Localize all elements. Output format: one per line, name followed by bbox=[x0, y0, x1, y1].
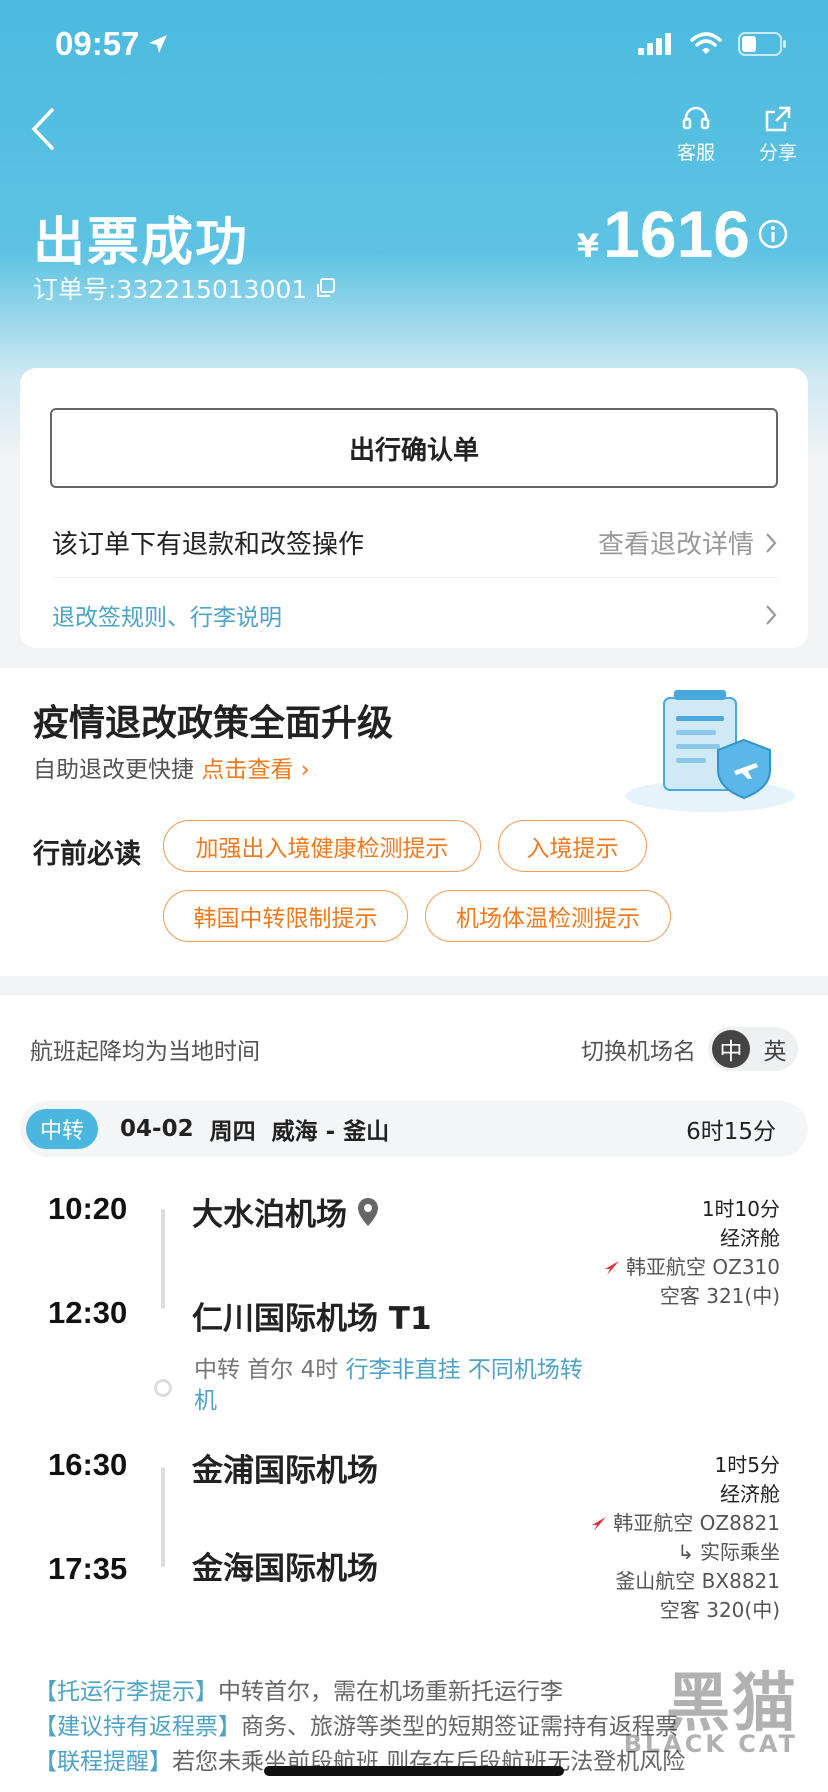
leg2-actual-airline: 釜山航空 BX8821 bbox=[615, 1569, 780, 1593]
leg2-flight-info[interactable]: 1时5分 经济舱 韩亚航空 OZ8821 ↳ 实际乘坐 釜山航空 BX8821 … bbox=[591, 1451, 780, 1625]
leg2-airline-name: 韩亚航空 OZ8821 bbox=[613, 1511, 780, 1535]
leg2-cabin: 经济舱 bbox=[720, 1482, 780, 1506]
leg2-aircraft: 空客 320(中) bbox=[659, 1598, 780, 1622]
timezone-row: 航班起降均为当地时间 切换机场名 中 英 bbox=[30, 1025, 798, 1073]
language-toggle[interactable]: 中 英 bbox=[708, 1027, 798, 1071]
note-connection-title: 【联程提醒】 bbox=[34, 1749, 172, 1775]
home-indicator[interactable] bbox=[264, 1766, 564, 1776]
leg1-airline-name: 韩亚航空 OZ310 bbox=[626, 1255, 780, 1279]
leg1-aircraft: 空客 321(中) bbox=[659, 1284, 780, 1308]
status-time: 09:57 bbox=[55, 25, 169, 63]
watermark: 黑猫 BLACK CAT bbox=[548, 1652, 808, 1762]
health-check-tip-pill[interactable]: 加强出入境健康检测提示 bbox=[163, 820, 481, 872]
chevron-right-icon bbox=[766, 532, 777, 553]
leg2-arrival-airport: 金海国际机场 bbox=[192, 1551, 378, 1587]
total-price[interactable]: ¥ 1616 bbox=[577, 196, 788, 272]
customer-service-button[interactable]: 客服 bbox=[666, 104, 726, 165]
battery-icon bbox=[738, 32, 786, 56]
price-amount: 1616 bbox=[603, 197, 750, 271]
wifi-icon bbox=[690, 32, 722, 54]
transfer-tag: 中转 bbox=[26, 1109, 99, 1149]
leg2-departure-time: 16:30 bbox=[48, 1447, 128, 1482]
segment-weekday: 周四 bbox=[209, 1119, 256, 1145]
order-number-text: 订单号:332215013001 bbox=[33, 275, 308, 304]
leg1-timeline bbox=[161, 1209, 165, 1309]
location-arrow-icon bbox=[149, 35, 168, 53]
leg2-duration: 1时5分 bbox=[714, 1453, 780, 1477]
clock: 09:57 bbox=[55, 25, 140, 62]
segment-date: 04-02 bbox=[120, 1116, 194, 1142]
toggle-english[interactable]: 英 bbox=[756, 1032, 794, 1066]
transfer-info: 中转 首尔 4时 行李非直挂 不同机场转机 bbox=[194, 1355, 594, 1417]
policy-subtitle: 自助退改更快捷 点击查看 › bbox=[33, 750, 310, 784]
segment-route: 威海 - 釜山 bbox=[271, 1119, 390, 1145]
note-baggage-title: 【托运行李提示】 bbox=[34, 1679, 218, 1705]
note-return-title: 【建议持有返程票】 bbox=[34, 1714, 241, 1740]
policy-subtitle-text: 自助退改更快捷 bbox=[33, 757, 194, 783]
service-label: 客服 bbox=[676, 142, 715, 164]
headset-icon bbox=[682, 106, 710, 130]
leg2-actual-carrier: ↳ 实际乘坐 bbox=[591, 1538, 780, 1567]
policy-shield-illustration bbox=[625, 690, 795, 812]
leg1-airline: 韩亚航空 OZ310 bbox=[604, 1253, 780, 1282]
travel-confirmation-button[interactable]: 出行确认单 bbox=[50, 408, 778, 488]
policy-title: 疫情退改政策全面升级 bbox=[33, 703, 394, 744]
transfer-prefix: 中转 首尔 4时 bbox=[194, 1357, 339, 1383]
policy-view-link[interactable]: 点击查看 › bbox=[201, 757, 310, 783]
asiana-logo-icon bbox=[592, 1516, 607, 1531]
copy-icon[interactable] bbox=[315, 277, 337, 299]
order-number: 订单号:332215013001 bbox=[33, 270, 337, 306]
policy-card: 疫情退改政策全面升级 自助退改更快捷 点击查看 › 行前必读 加强出入境健康检测… bbox=[0, 668, 828, 976]
policy-view-link-label: 点击查看 bbox=[201, 757, 294, 783]
leg1-departure-time: 10:20 bbox=[48, 1191, 128, 1226]
refund-row[interactable]: 该订单下有退款和改签操作 查看退改详情 bbox=[52, 508, 778, 578]
back-button[interactable] bbox=[28, 106, 68, 156]
page-title: 出票成功 bbox=[33, 213, 250, 273]
segment-summary: 中转 04-02 周四 威海 - 釜山 6时15分 bbox=[20, 1101, 808, 1157]
airport-temperature-tip-pill[interactable]: 机场体温检测提示 bbox=[425, 890, 671, 942]
timezone-note: 航班起降均为当地时间 bbox=[30, 1039, 260, 1065]
rules-link-label: 退改签规则、行李说明 bbox=[52, 605, 282, 631]
booking-card: 出行确认单 该订单下有退款和改签操作 查看退改详情 退改签规则、行李说明 bbox=[20, 368, 808, 648]
share-button[interactable]: 分享 bbox=[748, 104, 808, 165]
leg1-cabin: 经济舱 bbox=[720, 1226, 780, 1250]
toggle-chinese[interactable]: 中 bbox=[712, 1030, 750, 1068]
leg1-arrival-time: 12:30 bbox=[48, 1295, 128, 1330]
currency-symbol: ¥ bbox=[576, 227, 600, 265]
return-arrow-icon: ↳ bbox=[677, 1540, 694, 1564]
switch-label: 切换机场名 bbox=[581, 1039, 696, 1065]
segment-duration: 6时15分 bbox=[686, 1119, 776, 1145]
refund-link[interactable]: 查看退改详情 bbox=[598, 524, 778, 561]
refund-link-label: 查看退改详情 bbox=[597, 530, 754, 560]
leg2-airline: 韩亚航空 OZ8821 bbox=[591, 1509, 780, 1538]
note-baggage-text: 中转首尔，需在机场重新托运行李 bbox=[218, 1679, 563, 1705]
transfer-dot bbox=[154, 1379, 172, 1397]
share-icon bbox=[765, 106, 791, 132]
chevron-left-icon bbox=[31, 108, 54, 150]
leg1-departure-airport-name: 大水泊机场 bbox=[192, 1197, 347, 1233]
watermark-brand-text: BLACK CAT bbox=[623, 1730, 798, 1758]
korea-transit-tip-pill[interactable]: 韩国中转限制提示 bbox=[163, 890, 408, 942]
leg1-departure-airport[interactable]: 大水泊机场 bbox=[192, 1189, 379, 1234]
airport-name-switch[interactable]: 切换机场名 中 英 bbox=[581, 1027, 798, 1071]
map-pin-icon[interactable] bbox=[357, 1197, 379, 1227]
leg2-timeline bbox=[161, 1467, 165, 1567]
leg2-departure-airport: 金浦国际机场 bbox=[192, 1453, 378, 1489]
rules-row[interactable]: 退改签规则、行李说明 bbox=[52, 584, 778, 646]
must-read-label: 行前必读 bbox=[33, 839, 141, 870]
info-icon[interactable] bbox=[758, 219, 788, 249]
leg2-arrival-time: 17:35 bbox=[48, 1551, 128, 1586]
asiana-logo-icon bbox=[605, 1260, 620, 1275]
share-label: 分享 bbox=[758, 142, 797, 164]
chevron-right-icon bbox=[766, 605, 777, 625]
leg1-arrival-airport: 仁川国际机场 T1 bbox=[192, 1301, 432, 1337]
leg1-flight-info[interactable]: 1时10分 经济舱 韩亚航空 OZ310 空客 321(中) bbox=[604, 1195, 780, 1311]
status-bar: 09:57 bbox=[55, 22, 788, 66]
entry-tip-pill[interactable]: 入境提示 bbox=[498, 820, 647, 872]
signal-icon bbox=[638, 33, 671, 55]
refund-text: 该订单下有退款和改签操作 bbox=[52, 530, 365, 560]
leg1-duration: 1时10分 bbox=[701, 1197, 780, 1221]
actual-carrier-label: 实际乘坐 bbox=[700, 1540, 780, 1564]
